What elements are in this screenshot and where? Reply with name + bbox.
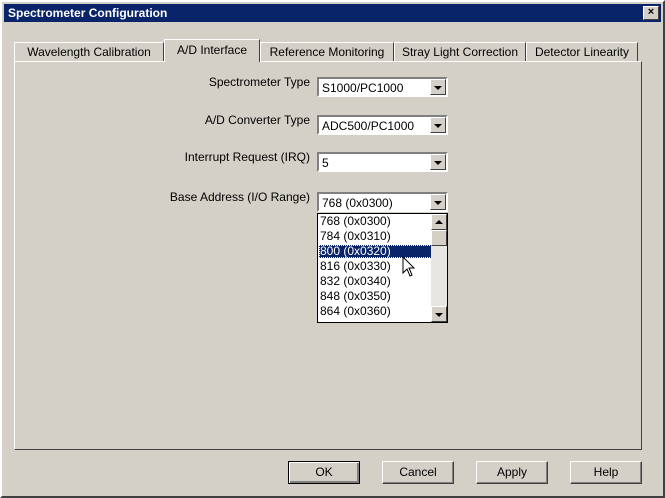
apply-button[interactable]: Apply xyxy=(476,461,548,484)
dropdown-option[interactable]: 768 (0x0300) xyxy=(319,215,432,228)
close-icon: × xyxy=(647,6,655,18)
dropdown-option[interactable]: 848 (0x0350) xyxy=(319,290,432,303)
tab-label: Reference Monitoring xyxy=(269,45,385,59)
tab-reference-monitoring[interactable]: Reference Monitoring xyxy=(260,42,394,61)
chevron-down-icon[interactable] xyxy=(430,154,446,170)
dropdown-scrollbar[interactable] xyxy=(431,214,447,322)
scroll-down-icon[interactable] xyxy=(431,306,447,322)
spectrometer-type-value: S1000/PC1000 xyxy=(322,81,404,95)
close-button[interactable]: × xyxy=(643,6,659,20)
ad-converter-type-label: A/D Converter Type xyxy=(204,113,310,127)
tab-ad-interface[interactable]: A/D Interface xyxy=(164,39,260,62)
tab-wavelength-calibration[interactable]: Wavelength Calibration xyxy=(14,42,164,61)
spectrometer-type-select[interactable]: S1000/PC1000 xyxy=(317,77,448,97)
tab-stray-light-correction[interactable]: Stray Light Correction xyxy=(394,42,526,61)
base-address-select[interactable]: 768 (0x0300) xyxy=(317,192,448,212)
cancel-label: Cancel xyxy=(399,465,437,479)
ad-converter-type-select[interactable]: ADC500/PC1000 xyxy=(317,115,448,135)
irq-value: 5 xyxy=(322,156,329,170)
apply-label: Apply xyxy=(496,465,528,479)
base-address-dropdown-list[interactable]: 768 (0x0300) 784 (0x0310) 800 (0x0320) 8… xyxy=(317,213,448,323)
tab-label: Wavelength Calibration xyxy=(27,45,151,59)
ad-converter-type-value: ADC500/PC1000 xyxy=(322,119,415,133)
tab-detector-linearity[interactable]: Detector Linearity xyxy=(526,42,638,61)
irq-select[interactable]: 5 xyxy=(317,152,448,172)
base-address-value: 768 (0x0300) xyxy=(322,196,393,210)
mouse-pointer-icon xyxy=(402,256,416,277)
dropdown-option[interactable]: 784 (0x0310) xyxy=(319,230,432,243)
help-button[interactable]: Help xyxy=(570,461,642,484)
scroll-up-icon[interactable] xyxy=(431,214,447,230)
chevron-down-icon[interactable] xyxy=(430,194,446,210)
scroll-thumb[interactable] xyxy=(431,230,447,246)
help-label: Help xyxy=(593,465,619,479)
tab-label: A/D Interface xyxy=(176,43,248,57)
tab-label: Stray Light Correction xyxy=(401,45,519,59)
ok-label: OK xyxy=(315,465,333,479)
title-bar[interactable]: Spectrometer Configuration × xyxy=(4,4,661,22)
spectrometer-type-label: Spectrometer Type xyxy=(208,75,310,89)
ok-button[interactable]: OK xyxy=(288,461,360,484)
cancel-button[interactable]: Cancel xyxy=(382,461,454,484)
window-title: Spectrometer Configuration xyxy=(8,6,168,20)
dropdown-option[interactable]: 864 (0x0360) xyxy=(319,305,432,318)
chevron-down-icon[interactable] xyxy=(430,79,446,95)
irq-label: Interrupt Request (IRQ) xyxy=(184,150,310,164)
chevron-down-icon[interactable] xyxy=(430,117,446,133)
base-address-label: Base Address (I/O Range) xyxy=(169,190,310,204)
tab-label: Detector Linearity xyxy=(534,45,630,59)
